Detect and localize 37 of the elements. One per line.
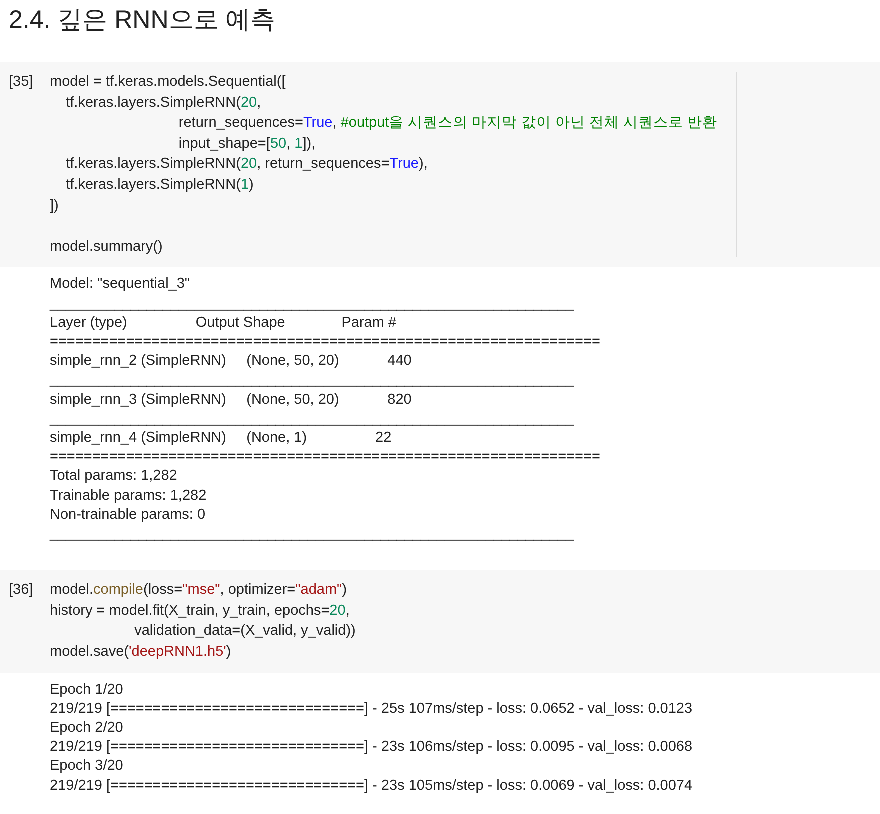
execution-count: [35] [9,74,34,90]
output-line: _________________________________________________________________ [50,524,574,544]
output-line: Epoch 1/20 [50,680,124,700]
section-heading: 2.4. 깊은 RNN으로 예측 [9,5,277,36]
output-line: _________________________________________________________________ [50,294,574,314]
output-line: Trainable params: 1,282 [50,486,207,506]
code-line: model.summary() [50,238,163,257]
output-line: _________________________________________________________________ [50,410,574,429]
output-line: 219/219 [==============================] - 23s 106ms/step - loss: 0.0095 - val_loss: 0.0068 [50,738,693,758]
output-line: Epoch 3/20 [50,757,124,776]
output-line: Epoch 2/20 [50,718,124,738]
output-line: simple_rnn_4 (SimpleRNN) (None, 1) 22 [50,428,392,448]
code-line: tf.keras.layers.SimpleRNN(20, return_sequences=True), [65,155,428,174]
output-line: Model: "sequential_3" [50,275,190,294]
output-line: simple_rnn_2 (SimpleRNN) (None, 50, 20) 440 [50,352,412,372]
code-editor[interactable]: model.compile(loss="mse", optimizer="adam") history = model.fit(X_train, y_train, epochs=20, validation_data=(X_valid, y_valid)) model.save('deepRNN1.h5') [50,580,356,663]
code-line: return_sequences=True, #output을 시퀀스의 마지막 값이 아닌 전체 시퀀스로 반환 [178,114,718,134]
output-line: _________________________________________________________________ [50,371,574,390]
output-line: Layer (type) Output Shape Param # [50,314,397,333]
code-line: input_shape=[50, 1]), [178,134,316,154]
code-line: validation_data=(X_valid, y_valid)) [134,622,356,642]
code-line: history = model.fit(X_train, y_train, epochs=20, [50,602,350,621]
code-line: model.compile(loss="mse", optimizer="adam") [50,581,348,600]
output-line: simple_rnn_3 (SimpleRNN) (None, 50, 20) 820 [50,390,412,410]
output-line: 219/219 [==============================] - 25s 107ms/step - loss: 0.0652 - val_loss: 0.0123 [50,700,693,719]
execution-count: [36] [9,582,34,598]
code-line: tf.keras.layers.SimpleRNN(1) [65,176,254,195]
code-line: model = tf.keras.models.Sequential([ [50,73,286,92]
code-editor[interactable] [50,72,737,258]
output-line: 219/219 [==============================] - 23s 105ms/step - loss: 0.0069 - val_loss: 0.0074 [50,776,693,796]
output-line: Non-trainable params: 0 [50,506,206,525]
output-line: ================================================================= [50,332,600,352]
output-line: Total params: 1,282 [50,467,178,486]
code-line: model.save('deepRNN1.h5') [50,642,232,662]
output-line: ================================================================= [50,448,600,468]
code-line: ]) [50,196,59,216]
code-line: tf.keras.layers.SimpleRNN(20, [65,94,262,113]
